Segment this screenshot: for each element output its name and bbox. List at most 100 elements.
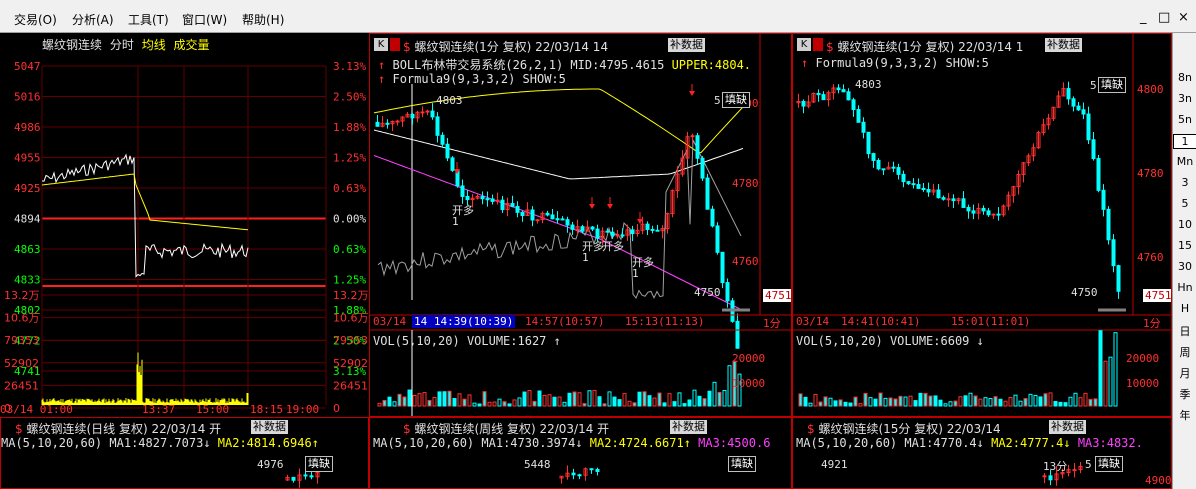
vol-bar: [502, 401, 507, 407]
vol-bar: [813, 393, 818, 407]
menu-bar: 交易(O) 分析(A) 工具(T) 窗口(W) 帮助(H) _ □ ×: [0, 0, 1196, 33]
vol-bar: [577, 392, 582, 407]
panel-daily[interactable]: $ 螺纹钢连续(日线 复权) 22/03/14 开 补数据 MA(5,10,20…: [0, 417, 369, 489]
period-button-日[interactable]: 日: [1173, 323, 1196, 339]
vol-bar: [923, 393, 928, 407]
close-button[interactable]: ×: [1178, 10, 1189, 25]
period-button-Mn[interactable]: Mn: [1173, 155, 1196, 168]
vol-bar: [692, 389, 697, 407]
menu-tools[interactable]: 工具(T): [128, 11, 169, 28]
vol-bar: [482, 391, 487, 407]
menu-trade[interactable]: 交易(O): [14, 11, 57, 28]
candle-body: [480, 196, 485, 200]
candle-body: [515, 205, 520, 213]
vol-bar: [707, 390, 712, 407]
period-button-30[interactable]: 30: [1173, 260, 1196, 273]
period-button-3[interactable]: 3: [1173, 176, 1196, 189]
vol-bar: [467, 394, 472, 407]
candle-body: [700, 157, 705, 179]
vol-bar: [823, 396, 828, 407]
period-button-1[interactable]: 1: [1173, 134, 1196, 149]
period-button-季[interactable]: 季: [1173, 386, 1196, 402]
period-label[interactable]: 1分: [1143, 315, 1161, 331]
vol-bar: [918, 392, 923, 407]
candle-body: [500, 199, 505, 211]
candle-body: [1081, 109, 1086, 115]
candle-body: [420, 111, 425, 114]
vol-bar: [1048, 392, 1053, 407]
vol-bar: [607, 391, 612, 407]
minimize-button[interactable]: _: [1140, 10, 1147, 25]
period-button-10[interactable]: 10: [1173, 218, 1196, 231]
pct-tick: 1.25%: [333, 274, 366, 287]
low-label: 4750: [1071, 286, 1098, 299]
price-tick: 4925: [14, 182, 41, 195]
menu-window[interactable]: 窗口(W): [182, 11, 227, 28]
vol-bar: [983, 397, 988, 407]
vol-bar: [1088, 398, 1093, 407]
vol-tick: 10000: [1126, 377, 1160, 390]
weekly-chart: [559, 465, 600, 484]
candle-body: [986, 210, 991, 216]
period-button-5n[interactable]: 5n: [1173, 113, 1196, 126]
vol-bar: [642, 391, 647, 407]
vol-bar: [868, 397, 873, 407]
vol-bar: [1003, 400, 1008, 407]
vol-bar: [697, 395, 702, 407]
period-button-8n[interactable]: 8n: [1173, 71, 1196, 84]
candle-body: [710, 208, 715, 227]
candle-body: [921, 187, 926, 191]
panel-weekly[interactable]: $ 螺纹钢连续(周线 复权) 22/03/14 开 补数据 MA(5,10,20…: [369, 417, 792, 489]
vol-bar: [717, 391, 722, 407]
vol-bar: [1098, 330, 1103, 407]
period-button-年[interactable]: 年: [1173, 407, 1196, 423]
vol-bar: [677, 392, 682, 407]
period-button-15[interactable]: 15: [1173, 239, 1196, 252]
candle-body: [605, 230, 610, 233]
period-button-周[interactable]: 周: [1173, 344, 1196, 360]
pct-tick: 0.00%: [333, 213, 366, 226]
period-button-Hn[interactable]: Hn: [1173, 281, 1196, 294]
candle-body: [545, 212, 550, 216]
period-toolbar: 8n 3n 5n 1 Mn 3 5 10 15 30 Hn H 日周月季年: [1172, 33, 1196, 489]
candle-body: [291, 476, 296, 481]
candle-body: [941, 197, 946, 200]
vol-bar: [412, 395, 417, 407]
vol-bar: [602, 403, 607, 407]
time-label: 15:13(11:13): [625, 315, 705, 328]
vol-bar: [853, 396, 858, 407]
time-label: 14:41(10:41): [841, 315, 921, 328]
candle-body: [425, 110, 430, 113]
candle-body: [911, 183, 916, 186]
tianque-label: 填缺: [305, 456, 333, 472]
candle-body: [846, 91, 851, 101]
vol-bar: [552, 396, 557, 407]
candle-body: [996, 213, 1001, 216]
panel-1min-right[interactable]: K $ 螺纹钢连续(1分 复权) 22/03/14 1 补数据 ↑ Formul…: [792, 33, 1172, 417]
tianque-label: 填缺: [722, 92, 750, 108]
vol-tick: 20000: [1126, 352, 1160, 365]
vol-tick: 10.6万: [333, 312, 369, 325]
vol-bar: [527, 390, 532, 407]
period-button-5[interactable]: 5: [1173, 197, 1196, 210]
period-button-H[interactable]: H: [1173, 302, 1196, 315]
maximize-button[interactable]: □: [1158, 10, 1170, 25]
vol-bar: [833, 400, 838, 407]
candle-body: [460, 185, 465, 197]
menu-help[interactable]: 帮助(H): [242, 11, 284, 28]
panel-15min[interactable]: $ 螺纹钢连续(15分 复权) 22/03/14 补数据 MA(5,10,20,…: [792, 417, 1172, 489]
period-button-月[interactable]: 月: [1173, 365, 1196, 381]
signal-label: 开多: [602, 240, 624, 253]
intraday-panel[interactable]: 螺纹钢连续 分时 均线 成交量 5047 3.13% 5016 2.50% 4986 1.…: [0, 33, 369, 417]
time-label: 18:15: [250, 403, 283, 416]
daily-chart: [285, 467, 320, 488]
period-button-3n[interactable]: 3n: [1173, 92, 1196, 105]
vol-bar: [682, 403, 687, 407]
vol-bar: [512, 399, 517, 407]
vol-bar: [562, 401, 567, 407]
menu-analysis[interactable]: 分析(A): [72, 11, 114, 28]
panel-1min-boll[interactable]: K $ 螺纹钢连续(1分 复权) 22/03/14 14 补数据 ↑ BOLL布…: [369, 33, 792, 417]
vol-bar: [893, 398, 898, 407]
period-label[interactable]: 1分: [763, 315, 781, 331]
vol-bar: [632, 402, 637, 407]
